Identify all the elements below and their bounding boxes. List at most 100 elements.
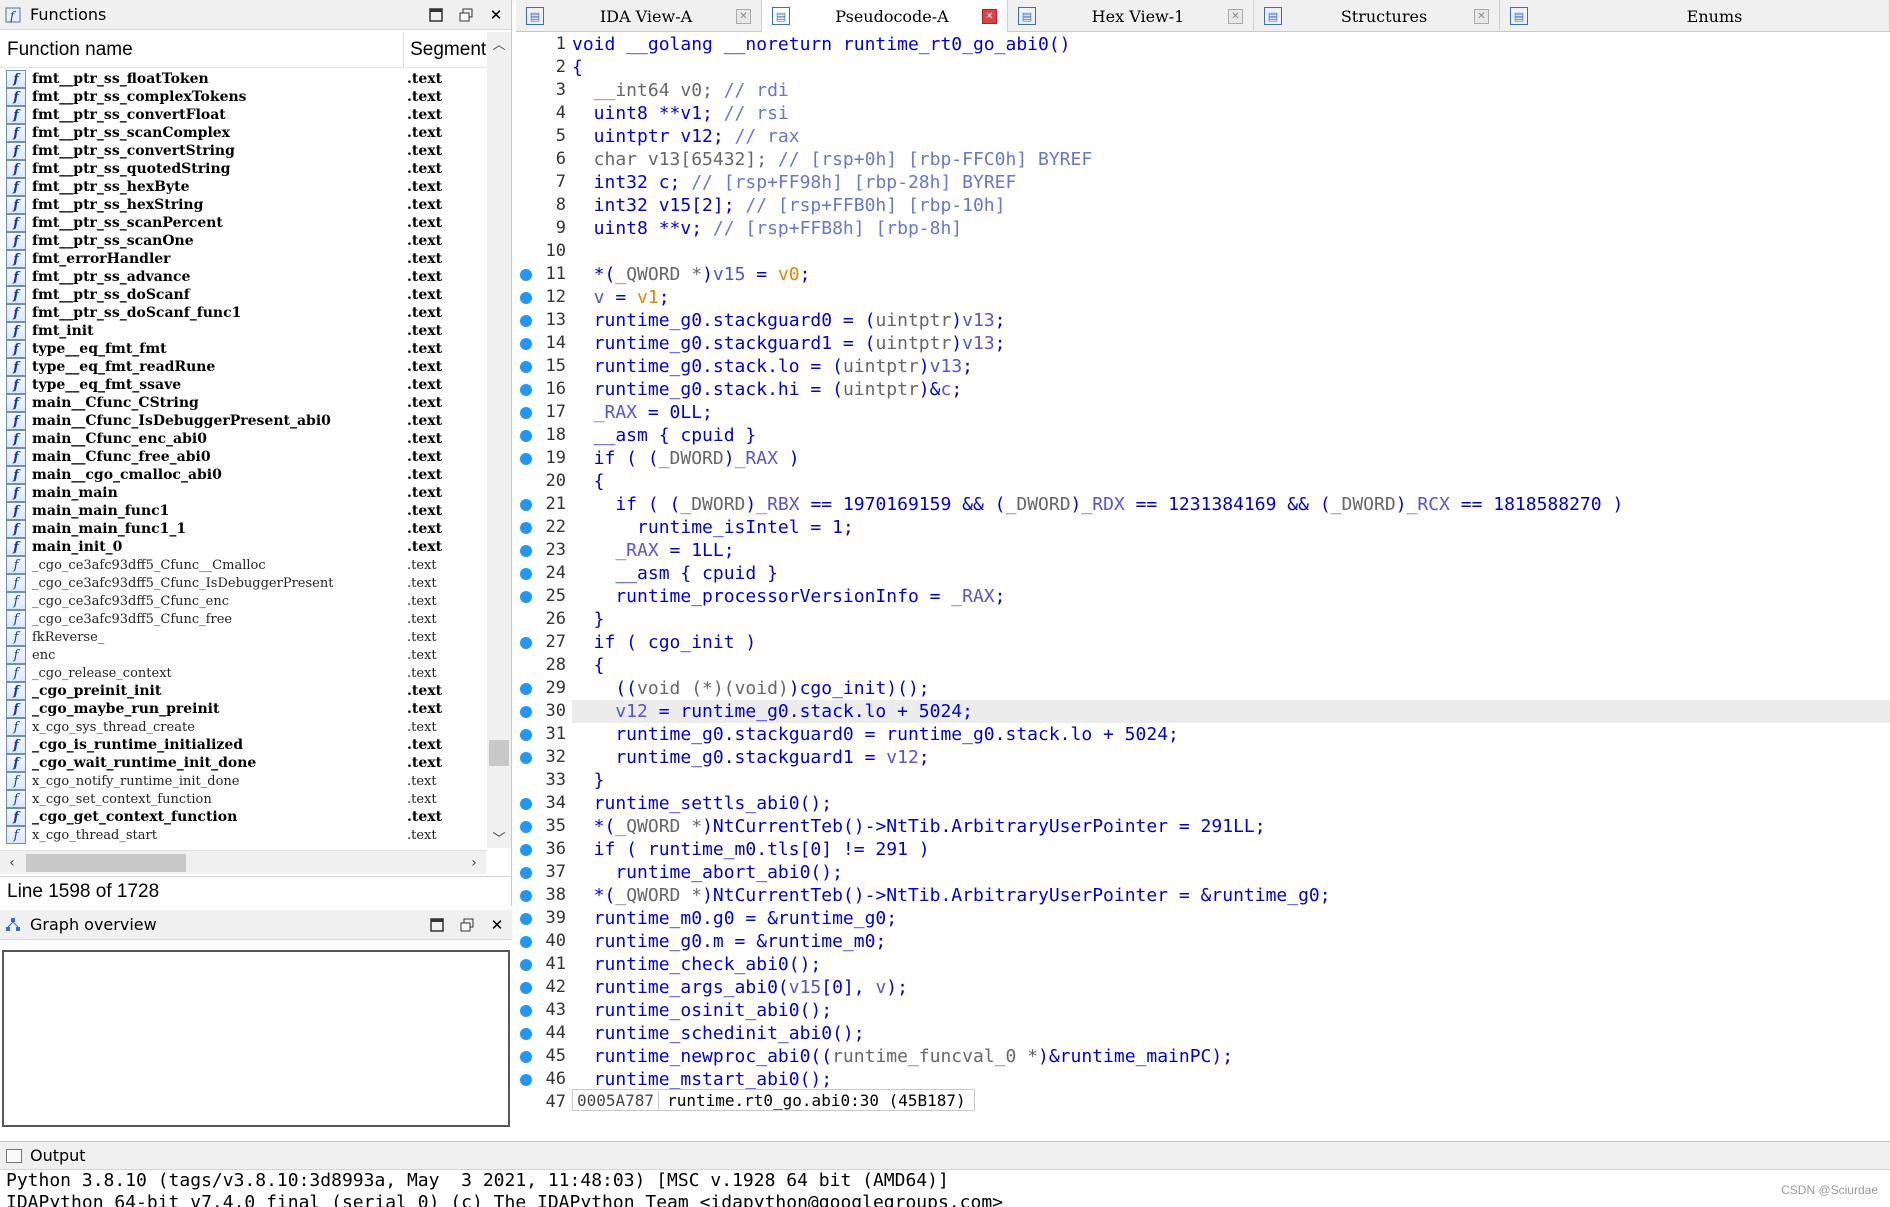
code-line[interactable]: runtime_processorVersionInfo = _RAX; [572,585,1890,608]
breakpoint-dot-icon[interactable] [520,1005,532,1017]
breakpoint-dot-icon[interactable] [520,361,532,373]
code-line[interactable]: runtime_osinit_abi0(); [572,999,1890,1022]
code-line[interactable]: runtime_g0.m = &runtime_m0; [572,930,1890,953]
code-line[interactable]: *(_QWORD *)NtCurrentTeb()->NtTib.Arbitra… [572,815,1890,838]
function-row[interactable]: f fkReverse_ .text [0,628,486,646]
code-line[interactable]: _RAX = 1LL; [572,539,1890,562]
code-line[interactable]: runtime_settls_abi0(); [572,792,1890,815]
tab-pseudocode-a[interactable]: ▤ Pseudocode-A ✕ [762,0,1008,32]
tab-enums[interactable]: ▤ Enums [1500,0,1890,32]
function-row[interactable]: f type__eq_fmt_fmt .text [0,340,486,358]
breakpoint-dot-icon[interactable] [520,890,532,902]
function-row[interactable]: f _cgo_ce3afc93dff5_Cfunc_IsDebuggerPrese… [0,574,486,592]
hscrollbar-thumb[interactable] [26,854,186,872]
function-row[interactable]: f type__eq_fmt_readRune .text [0,358,486,376]
code-line[interactable]: runtime_isIntel = 1; [572,516,1890,539]
breakpoint-dot-icon[interactable] [520,959,532,971]
function-row[interactable]: f x_cgo_set_context_function .text [0,790,486,808]
code-line[interactable]: *(_QWORD *)v15 = v0; [572,263,1890,286]
code-line[interactable]: __int64 v0; // rdi [572,79,1890,102]
close-icon[interactable]: ✕ [482,911,512,939]
function-row[interactable]: f _cgo_ce3afc93dff5_Cfunc_enc .text [0,592,486,610]
scroll-down-icon[interactable]: ﹀ [487,826,511,848]
functions-horizontal-scrollbar[interactable]: ‹ › [0,850,486,874]
code-line[interactable]: { [572,654,1890,677]
function-row[interactable]: f main__cgo_cmalloc_abi0 .text [0,466,486,484]
function-row[interactable]: f main_main_func1 .text [0,502,486,520]
code-line[interactable]: int32 c; // [rsp+FF98h] [rbp-28h] BYREF [572,171,1890,194]
function-row[interactable]: f _cgo_wait_runtime_init_done .text [0,754,486,772]
code-line[interactable]: runtime_mstart_abi0(); [572,1068,1890,1091]
code-line[interactable]: runtime_abort_abi0(); [572,861,1890,884]
code-line[interactable]: runtime_newproc_abi0((runtime_funcval_0 … [572,1045,1890,1068]
code-line[interactable]: v12 = runtime_g0.stack.lo + 5024; [572,700,1890,723]
code-line[interactable]: runtime_g0.stack.hi = (uintptr)&c; [572,378,1890,401]
code-line[interactable]: uint8 **v1; // rsi [572,102,1890,125]
code-line[interactable]: { [572,470,1890,493]
breakpoint-dot-icon[interactable] [520,913,532,925]
code-line[interactable]: if ( cgo_init ) [572,631,1890,654]
float-icon[interactable] [452,911,482,939]
breakpoint-dot-icon[interactable] [520,752,532,764]
code-line[interactable]: if ( runtime_m0.tls[0] != 291 ) [572,838,1890,861]
breakpoint-dot-icon[interactable] [520,1028,532,1040]
tab-structures[interactable]: ▤ Structures ✕ [1254,0,1500,32]
function-row[interactable]: f main__Cfunc_CString .text [0,394,486,412]
function-row[interactable]: f main_main .text [0,484,486,502]
code-line[interactable]: ((void (*)(void))cgo_init)(); [572,677,1890,700]
function-row[interactable]: f fmt__ptr_ss_complexTokens .text [0,88,486,106]
code-line[interactable]: runtime_g0.stackguard0 = runtime_g0.stac… [572,723,1890,746]
function-row[interactable]: f main_main_func1_1 .text [0,520,486,538]
function-row[interactable]: f _cgo_maybe_run_preinit .text [0,700,486,718]
breakpoint-dot-icon[interactable] [520,407,532,419]
function-row[interactable]: f _cgo_ce3afc93dff5_Cfunc__Cmalloc .text [0,556,486,574]
code-line[interactable]: if ( (_DWORD)_RAX ) [572,447,1890,470]
code-line[interactable]: uintptr v12; // rax [572,125,1890,148]
code-line[interactable]: int32 v15[2]; // [rsp+FFB0h] [rbp-10h] [572,194,1890,217]
column-segment[interactable]: Segment [404,39,486,61]
tab-close-icon[interactable]: ✕ [1474,8,1489,24]
function-row[interactable]: f x_cgo_sys_thread_create .text [0,718,486,736]
close-icon[interactable]: ✕ [481,1,511,29]
function-row[interactable]: f fmt__ptr_ss_floatToken .text [0,70,486,88]
tab-hex-view-1[interactable]: ▤ Hex View-1 ✕ [1008,0,1254,32]
breakpoint-dot-icon[interactable] [520,384,532,396]
minimize-icon[interactable] [422,911,452,939]
breakpoint-dot-icon[interactable] [520,338,532,350]
function-row[interactable]: f fmt__ptr_ss_quotedString .text [0,160,486,178]
code-line[interactable] [572,240,1890,263]
breakpoint-dot-icon[interactable] [520,982,532,994]
breakpoint-dot-icon[interactable] [520,453,532,465]
graph-overview-canvas[interactable] [2,950,510,1127]
function-row[interactable]: f _cgo_preinit_init .text [0,682,486,700]
function-row[interactable]: f main__Cfunc_free_abi0 .text [0,448,486,466]
code-line[interactable]: runtime_check_abi0(); [572,953,1890,976]
minimize-icon[interactable] [421,1,451,29]
scroll-up-icon[interactable]: ︿ [487,32,511,54]
function-row[interactable]: f fmt__ptr_ss_convertString .text [0,142,486,160]
code-line[interactable]: runtime_m0.g0 = &runtime_g0; [572,907,1890,930]
code-line[interactable]: runtime_g0.stackguard1 = (uintptr)v13; [572,332,1890,355]
function-row[interactable]: f fmt__ptr_ss_advance .text [0,268,486,286]
scroll-right-icon[interactable]: › [462,851,486,875]
function-row[interactable]: f _cgo_get_context_function .text [0,808,486,826]
breakpoint-dot-icon[interactable] [520,683,532,695]
function-row[interactable]: f fmt__ptr_ss_doScanf .text [0,286,486,304]
code-line[interactable]: runtime_g0.stackguard0 = (uintptr)v13; [572,309,1890,332]
breakpoint-dot-icon[interactable] [520,706,532,718]
breakpoint-dot-icon[interactable] [520,729,532,741]
function-row[interactable]: f type__eq_fmt_ssave .text [0,376,486,394]
breakpoint-dot-icon[interactable] [520,637,532,649]
function-row[interactable]: f fmt__ptr_ss_scanComplex .text [0,124,486,142]
function-row[interactable]: f main__Cfunc_IsDebuggerPresent_abi0 .text [0,412,486,430]
code-line[interactable]: runtime_g0.stack.lo = (uintptr)v13; [572,355,1890,378]
functions-vertical-scrollbar[interactable]: ︿ ﹀ [487,32,511,848]
code-line[interactable]: uint8 **v; // [rsp+FFB8h] [rbp-8h] [572,217,1890,240]
code-line[interactable]: } [572,608,1890,631]
column-function-name[interactable]: Function name [0,32,405,67]
code-line[interactable]: { [572,56,1890,79]
pseudocode-view[interactable]: 1 2 3 4 5 6 7 8 9 10 11 12 13 14 15 16 17 18 19 20 21 22 23 24 2… [516,33,1890,1111]
function-row[interactable]: f fmt__ptr_ss_scanOne .text [0,232,486,250]
function-row[interactable]: f _cgo_release_context .text [0,664,486,682]
breakpoint-dot-icon[interactable] [520,591,532,603]
